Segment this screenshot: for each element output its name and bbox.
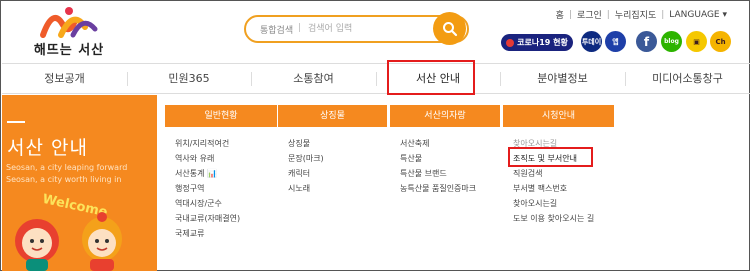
- menu-item[interactable]: 특산물: [400, 151, 476, 166]
- menu-item[interactable]: 문장(마크): [288, 151, 324, 166]
- search-button[interactable]: [433, 12, 466, 45]
- menu-item[interactable]: 국내교류(자매결연): [175, 211, 240, 226]
- language-select[interactable]: LANGUAGE ▾: [669, 10, 727, 20]
- section-banner: 서산 안내 Seosan, a city leaping forward Seo…: [2, 95, 157, 271]
- menu-item[interactable]: 캐릭터: [288, 166, 324, 181]
- nav-item-info-disclosure[interactable]: 정보공개: [2, 64, 127, 94]
- home-link[interactable]: 홈: [556, 8, 564, 21]
- nav-item-media[interactable]: 미디어소통창구: [625, 64, 750, 94]
- menu-item[interactable]: 부서별 팩스번호: [513, 181, 594, 196]
- stats-chart-icon: 📊: [207, 169, 217, 178]
- menu-col-symbols: 상징물 문장(마크) 캐릭터 시노래: [288, 136, 324, 196]
- mascot-left: [15, 219, 59, 271]
- today-news-icon[interactable]: 투데이: [581, 31, 602, 52]
- search-category[interactable]: 통합검색: [260, 23, 293, 36]
- menu-item[interactable]: 직원검색: [513, 166, 594, 181]
- menu-head-pride[interactable]: 서산의자랑: [390, 105, 500, 127]
- blog-icon[interactable]: blog: [661, 31, 682, 52]
- main-nav: 정보공개 민원365 소통참여 서산 안내 분야별정보 미디어소통창구: [2, 63, 750, 94]
- menu-item[interactable]: 국제교류: [175, 226, 240, 241]
- menu-head-general[interactable]: 일반현황: [165, 105, 277, 127]
- search-icon: [442, 21, 457, 36]
- nav-item-civil-service[interactable]: 민원365: [127, 64, 251, 94]
- logo-mark-icon: [40, 7, 98, 38]
- app-icon[interactable]: 앱: [605, 31, 626, 52]
- menu-item[interactable]: 상징물: [288, 136, 324, 151]
- nav-item-participation[interactable]: 소통참여: [251, 64, 376, 94]
- search-input[interactable]: [308, 21, 428, 37]
- slogan-1: Seosan, a city leaping forward: [6, 163, 128, 172]
- menu-item[interactable]: 역사와 유래: [175, 151, 240, 166]
- menu-item[interactable]: 특산물 브랜드: [400, 166, 476, 181]
- mascot-illustration: Welcome: [15, 192, 122, 271]
- search-separator: |: [298, 23, 302, 33]
- menu-item[interactable]: 역대시장/군수: [175, 196, 240, 211]
- corona-label: 코로나19 현황: [517, 38, 568, 47]
- menu-item[interactable]: 찾아오시는길: [513, 196, 594, 211]
- page-frame: 해뜨는 서산 통합검색 | 홈 | 로그인 | 누리집지도 | LANGUAGE…: [0, 0, 750, 271]
- slogan-2: Seosan, a city worth living in: [6, 175, 122, 184]
- facebook-icon[interactable]: f: [636, 31, 657, 52]
- menu-item[interactable]: 서산축제: [400, 136, 476, 151]
- channel-icon[interactable]: Ch: [710, 31, 731, 52]
- logo-text: 해뜨는 서산: [33, 43, 105, 58]
- menu-item[interactable]: 행정구역: [175, 181, 240, 196]
- utility-links: 홈 | 로그인 | 누리집지도 | LANGUAGE ▾: [555, 8, 727, 22]
- mascot-right: [82, 212, 122, 271]
- menu-item-stats[interactable]: 서산통계 📊: [175, 166, 240, 181]
- menu-head-cityhall[interactable]: 시청안내: [503, 105, 614, 127]
- highlight-box-nav: [387, 60, 475, 95]
- login-link[interactable]: 로그인: [577, 8, 602, 21]
- menu-item[interactable]: 시노래: [288, 181, 324, 196]
- chat-icon[interactable]: ▣: [686, 31, 707, 52]
- site-logo[interactable]: 해뜨는 서산: [29, 5, 109, 58]
- menu-item[interactable]: 위치/지리적여건: [175, 136, 240, 151]
- corona-status-button[interactable]: 코로나19 현황: [501, 34, 573, 51]
- menu-head-symbols[interactable]: 상징물: [278, 105, 387, 127]
- title-dash: [7, 121, 25, 123]
- menu-item[interactable]: 농특산물 품질인증마크: [400, 181, 476, 196]
- menu-item[interactable]: 도보 이용 찾아오시는 길: [513, 211, 594, 226]
- alert-icon: [506, 38, 515, 47]
- menu-col-general: 위치/지리적여건 역사와 유래 서산통계 📊 행정구역 역대시장/군수 국내교류…: [175, 136, 240, 241]
- section-title: 서산 안내: [7, 137, 88, 159]
- sitemap-link[interactable]: 누리집지도: [615, 8, 656, 21]
- highlight-box-menu: [508, 147, 593, 167]
- nav-item-field-info[interactable]: 분야별정보: [500, 64, 625, 94]
- menu-col-pride: 서산축제 특산물 특산물 브랜드 농특산물 품질인증마크: [400, 136, 476, 196]
